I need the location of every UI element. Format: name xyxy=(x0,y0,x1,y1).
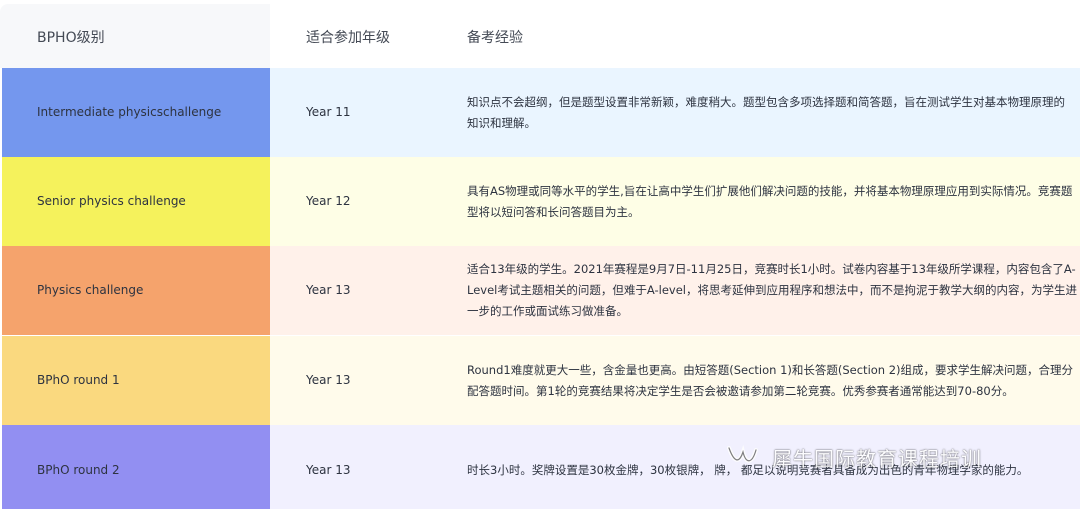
level-name: Physics challenge xyxy=(37,283,144,297)
level-name: BPhO round 2 xyxy=(37,463,120,477)
bpho-table: BPHO级别 适合参加年级 备考经验 Intermediate physicsc… xyxy=(0,0,1080,509)
header-grade: 适合参加年级 xyxy=(306,30,390,46)
experience-text: 适合13年级的学生。2021年赛程是9月7日-11月25日，竞赛时长1小时。试卷… xyxy=(467,246,1079,335)
table-row: Physics challenge Year 13 适合13年级的学生。2021… xyxy=(0,246,1080,335)
level-name: Senior physics challenge xyxy=(37,194,186,208)
grade-value: Year 13 xyxy=(306,463,351,477)
table-row: BPhO round 1 Year 13 Round1难度就更大一些，含金量也更… xyxy=(0,336,1080,425)
grade-value: Year 13 xyxy=(306,283,351,297)
level-name: Intermediate physicschallenge xyxy=(37,105,222,119)
watermark: 犀牛国际教育课程培训 xyxy=(726,440,982,474)
header-experience: 备考经验 xyxy=(467,30,523,46)
experience-content: Round1难度就更大一些，含金量也更高。由短答题(Section 1)和长答题… xyxy=(467,362,1074,398)
header-level: BPHO级别 xyxy=(37,30,105,46)
experience-content: 知识点不会超纲，但是题型设置非常新颖，难度稍大。题型包含多项选择题和简答题，旨在… xyxy=(467,94,1065,130)
table-header: BPHO级别 适合参加年级 备考经验 xyxy=(0,0,1080,68)
grade-value: Year 12 xyxy=(306,194,351,208)
experience-text: Round1难度就更大一些，含金量也更高。由短答题(Section 1)和长答题… xyxy=(467,336,1075,425)
level-name: BPhO round 1 xyxy=(37,373,120,387)
wechat-channel-icon xyxy=(727,444,758,463)
grade-value: Year 13 xyxy=(306,373,351,387)
table-row: Senior physics challenge Year 12 具有AS物理或… xyxy=(0,157,1080,246)
table-row: Intermediate physicschallenge Year 11 知识… xyxy=(0,68,1080,157)
grade-value: Year 11 xyxy=(306,105,351,119)
experience-content: 适合13年级的学生。2021年赛程是9月7日-11月25日，竞赛时长1小时。试卷… xyxy=(467,262,1077,318)
watermark-text: 犀牛国际教育课程培训 xyxy=(772,446,982,471)
experience-content: 具有AS物理或同等水平的学生,旨在让高中学生们扩展他们解决问题的技能，并将基本物… xyxy=(467,183,1073,219)
experience-text: 知识点不会超纲，但是题型设置非常新颖，难度稍大。题型包含多项选择题和简答题，旨在… xyxy=(467,68,1075,157)
experience-text: 具有AS物理或同等水平的学生,旨在让高中学生们扩展他们解决问题的技能，并将基本物… xyxy=(467,157,1075,246)
